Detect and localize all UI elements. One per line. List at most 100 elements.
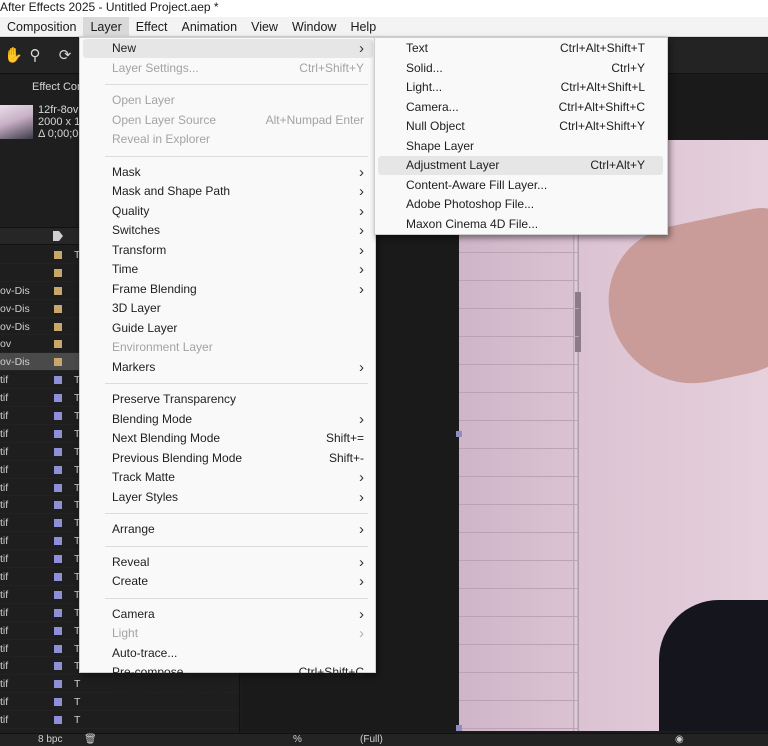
label-color-swatch[interactable] [54, 501, 62, 510]
menu-window[interactable]: Window [285, 17, 343, 37]
label-color-swatch[interactable] [54, 608, 62, 617]
label-color-swatch[interactable] [54, 268, 62, 277]
label-color-swatch[interactable] [54, 412, 62, 421]
rotate-icon[interactable]: ⟳ [56, 47, 74, 65]
project-item-name: tif [0, 624, 9, 637]
menu-item-quality[interactable]: Quality › [112, 202, 364, 222]
menu-item-adobe-photoshop-file[interactable]: Adobe Photoshop File... [406, 195, 645, 215]
menu-item-null-object[interactable]: Null Object Ctrl+Alt+Shift+Y [406, 117, 645, 137]
label-color-swatch[interactable] [54, 483, 62, 492]
project-item[interactable]: tif T [0, 711, 239, 730]
hand-icon[interactable]: ✋ [4, 47, 23, 65]
project-item-name: tif [0, 410, 9, 423]
zoom-icon[interactable]: ⚲ [26, 47, 44, 65]
label-icon[interactable] [53, 231, 63, 241]
label-color-swatch[interactable] [54, 519, 62, 528]
menu-composition[interactable]: Composition [0, 17, 83, 37]
resolution-dropdown[interactable]: (Full) [360, 734, 383, 745]
label-color-swatch[interactable] [54, 698, 62, 707]
menu-item-auto-trace[interactable]: Auto-trace... [112, 644, 364, 664]
menu-item-guide-layer[interactable]: Guide Layer [112, 319, 364, 339]
label-color-swatch[interactable] [54, 465, 62, 474]
menu-item-reveal[interactable]: Reveal › [112, 553, 364, 573]
menu-animation[interactable]: Animation [175, 17, 245, 37]
label-color-swatch[interactable] [54, 322, 62, 331]
label-color-swatch[interactable] [54, 394, 62, 403]
label-color-swatch[interactable] [54, 716, 62, 725]
menu-item-3d-layer[interactable]: 3D Layer [112, 299, 364, 319]
menu-item-content-aware-fill-layer[interactable]: Content-Aware Fill Layer... [406, 176, 645, 196]
menu-item-label: Time [112, 262, 139, 276]
menu-item-layer-styles[interactable]: Layer Styles › [112, 488, 364, 508]
wall-brick-line [459, 616, 579, 617]
transform-handle[interactable] [456, 431, 462, 437]
label-color-swatch[interactable] [54, 340, 62, 349]
menu-view[interactable]: View [244, 17, 285, 37]
menu-separator [105, 513, 368, 514]
menu-item-switches[interactable]: Switches › [112, 221, 364, 241]
menu-item-solid[interactable]: Solid... Ctrl+Y [406, 59, 645, 79]
label-color-swatch[interactable] [54, 573, 62, 582]
menu-item-shortcut: Ctrl+Shift+C [298, 665, 364, 679]
menu-item-text[interactable]: Text Ctrl+Alt+Shift+T [406, 39, 645, 59]
effect-controls-tab[interactable]: Effect Con [32, 81, 83, 93]
menu-item-label: Maxon Cinema 4D File... [406, 216, 539, 231]
label-color-swatch[interactable] [54, 537, 62, 546]
menu-item-shortcut: Shift+- [328, 450, 364, 465]
menu-item-next-blending-mode[interactable]: Next Blending Mode Shift+= [112, 429, 364, 449]
menu-item-label: Null Object [406, 119, 465, 133]
bottom-bar: 8 bpc 🗑 % (Full) ◉ [0, 733, 768, 746]
menu-item-pre-compose[interactable]: Pre-compose... Ctrl+Shift+C [112, 663, 364, 683]
menu-effect[interactable]: Effect [129, 17, 175, 37]
label-color-swatch[interactable] [54, 429, 62, 438]
menu-item-preserve-transparency[interactable]: Preserve Transparency [112, 390, 364, 410]
project-item-name: tif [0, 696, 9, 709]
label-color-swatch[interactable] [54, 251, 62, 259]
label-color-swatch[interactable] [54, 358, 62, 367]
menu-item-shape-layer[interactable]: Shape Layer [406, 137, 645, 157]
bpc-label[interactable]: 8 bpc [38, 734, 62, 745]
footage-thumbnail [0, 105, 33, 139]
menu-item-camera[interactable]: Camera... Ctrl+Alt+Shift+C [406, 98, 645, 118]
menu-item-track-matte[interactable]: Track Matte › [112, 468, 364, 488]
label-color-swatch[interactable] [54, 590, 62, 599]
menu-item-light: Light › [112, 624, 364, 644]
menu-item-scene-edit-detection[interactable]: Scene Edit Detection... [112, 683, 364, 703]
menu-item-label: Frame Blending [112, 281, 197, 296]
label-color-swatch[interactable] [54, 680, 62, 689]
wall-brick-line [459, 728, 579, 729]
menu-help[interactable]: Help [343, 17, 383, 37]
menu-item-transform[interactable]: Transform › [112, 241, 364, 261]
menu-item-new[interactable]: New › [112, 39, 364, 59]
menu-item-frame-blending[interactable]: Frame Blending › [112, 280, 364, 300]
menu-item-maxon-cinema-4d-file[interactable]: Maxon Cinema 4D File... [406, 215, 645, 235]
menu-item-camera[interactable]: Camera › [112, 605, 364, 625]
label-color-swatch[interactable] [54, 447, 62, 456]
menu-separator [105, 383, 368, 384]
label-color-swatch[interactable] [54, 376, 62, 385]
menu-layer[interactable]: Layer [83, 16, 129, 37]
menu-item-mask-and-shape-path[interactable]: Mask and Shape Path › [112, 182, 364, 202]
transform-handle[interactable] [456, 725, 462, 731]
menu-item-create[interactable]: Create › [112, 572, 364, 592]
label-color-swatch[interactable] [54, 626, 62, 635]
menu-item-label: New [112, 41, 137, 55]
menu-item-arrange[interactable]: Arrange › [112, 520, 364, 540]
menu-item-time[interactable]: Time › [112, 260, 364, 280]
menu-item-markers[interactable]: Markers › [112, 358, 364, 378]
menu-item-light[interactable]: Light... Ctrl+Alt+Shift+L [406, 78, 645, 98]
label-color-swatch[interactable] [54, 304, 62, 313]
menu-item-adjustment-layer[interactable]: Adjustment Layer Ctrl+Alt+Y [406, 156, 645, 176]
label-color-swatch[interactable] [54, 644, 62, 653]
trash-icon[interactable]: 🗑 [84, 734, 97, 745]
menu-item-label: Scene Edit Detection... [112, 684, 235, 699]
camera-icon[interactable]: ◉ [675, 734, 684, 745]
label-color-swatch[interactable] [54, 555, 62, 564]
label-color-swatch[interactable] [54, 662, 62, 671]
menu-item-shortcut: Shift+= [325, 431, 364, 445]
label-color-swatch[interactable] [54, 286, 62, 295]
menu-item-mask[interactable]: Mask › [112, 163, 364, 183]
menu-item-blending-mode[interactable]: Blending Mode › [112, 410, 364, 430]
zoom-percent[interactable]: % [293, 734, 302, 745]
menu-item-previous-blending-mode[interactable]: Previous Blending Mode Shift+- [112, 449, 364, 469]
